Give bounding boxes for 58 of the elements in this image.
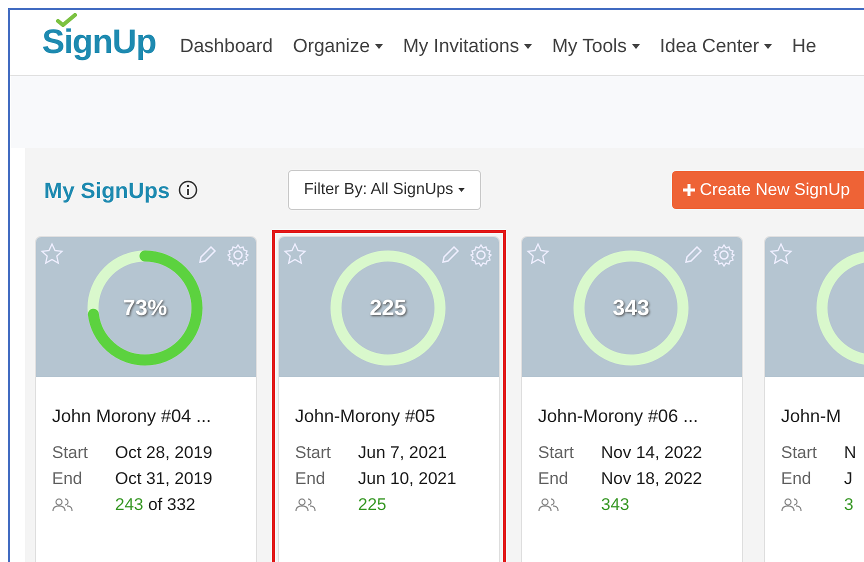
ring-value: 343 bbox=[612, 297, 650, 319]
nav-link[interactable]: Dashboard bbox=[180, 32, 273, 61]
nav-link[interactable]: Idea Center bbox=[660, 32, 772, 61]
plus-icon bbox=[682, 183, 696, 197]
participant-count: 243 of 332 bbox=[115, 494, 196, 516]
start-date: N bbox=[844, 442, 858, 464]
nav-link[interactable]: He bbox=[792, 32, 816, 61]
nav-link[interactable]: My Invitations bbox=[402, 32, 532, 61]
start-date: Oct 28, 2019 bbox=[115, 442, 214, 464]
end-label: End bbox=[538, 468, 570, 490]
ring-value: 225 bbox=[370, 297, 406, 319]
end-date: Oct 31, 2019 bbox=[115, 468, 214, 490]
start-date: Jun 7, 2021 bbox=[358, 442, 448, 464]
signup-title: John-M bbox=[781, 405, 842, 428]
pencil-icon[interactable] bbox=[682, 244, 704, 266]
start-label: Start bbox=[781, 442, 818, 464]
start-label: Start bbox=[295, 442, 332, 464]
people-icon bbox=[52, 498, 74, 512]
start-date: Nov 14, 2022 bbox=[601, 442, 704, 464]
end-date: Nov 18, 2022 bbox=[601, 468, 704, 490]
people-icon bbox=[538, 498, 560, 512]
start-label: Start bbox=[538, 442, 575, 464]
nav-link[interactable]: Organize bbox=[292, 32, 383, 61]
pencil-icon[interactable] bbox=[439, 244, 461, 266]
caret-icon bbox=[458, 188, 466, 192]
end-date: Jun 10, 2021 bbox=[358, 468, 458, 490]
star-icon[interactable] bbox=[526, 242, 550, 266]
signup-card[interactable]: 343 John-Morony #06 ... Start Nov 14, 2022 End Nov 18, 2022 343 bbox=[521, 236, 743, 562]
end-label: End bbox=[52, 468, 84, 490]
star-icon[interactable] bbox=[283, 242, 307, 266]
info-icon[interactable] bbox=[178, 180, 198, 200]
filter-dropdown[interactable]: Filter By: All SignUps bbox=[288, 170, 482, 210]
signup-title: John-Morony #05 bbox=[295, 405, 436, 428]
signup-logo[interactable]: SignUp bbox=[42, 23, 156, 61]
start-label: Start bbox=[52, 442, 89, 464]
signup-card[interactable]: 73% John Morony #04 ... Start Oct 28, 2019 End Oct 31, 2019 243 of 332 bbox=[35, 236, 257, 562]
people-icon bbox=[295, 498, 317, 512]
nav-link[interactable]: My Tools bbox=[552, 32, 640, 61]
ring-value: 73% bbox=[122, 297, 168, 319]
star-icon[interactable] bbox=[769, 242, 793, 266]
signup-title: John Morony #04 ... bbox=[52, 405, 212, 428]
people-icon bbox=[781, 498, 803, 512]
settings-icon[interactable] bbox=[226, 243, 250, 267]
end-label: End bbox=[781, 468, 812, 490]
end-date: J bbox=[844, 468, 854, 490]
pencil-icon[interactable] bbox=[196, 244, 218, 266]
end-label: End bbox=[295, 468, 326, 490]
star-icon[interactable] bbox=[40, 242, 64, 266]
signup-card[interactable]: John-M Start N End J 3 bbox=[764, 236, 864, 562]
section-title: My SignUps bbox=[44, 176, 170, 205]
signup-card[interactable]: 225 John-Morony #05 Start Jun 7, 2021 End Jun 10, 2021 225 bbox=[278, 236, 500, 562]
participant-count: 343 bbox=[601, 494, 630, 516]
settings-icon[interactable] bbox=[712, 243, 736, 267]
participant-count: 3 bbox=[844, 494, 854, 516]
signup-title: John-Morony #06 ... bbox=[538, 405, 700, 428]
checkmark-icon bbox=[56, 13, 78, 27]
participant-count: 225 bbox=[358, 494, 388, 516]
settings-icon[interactable] bbox=[469, 243, 493, 267]
